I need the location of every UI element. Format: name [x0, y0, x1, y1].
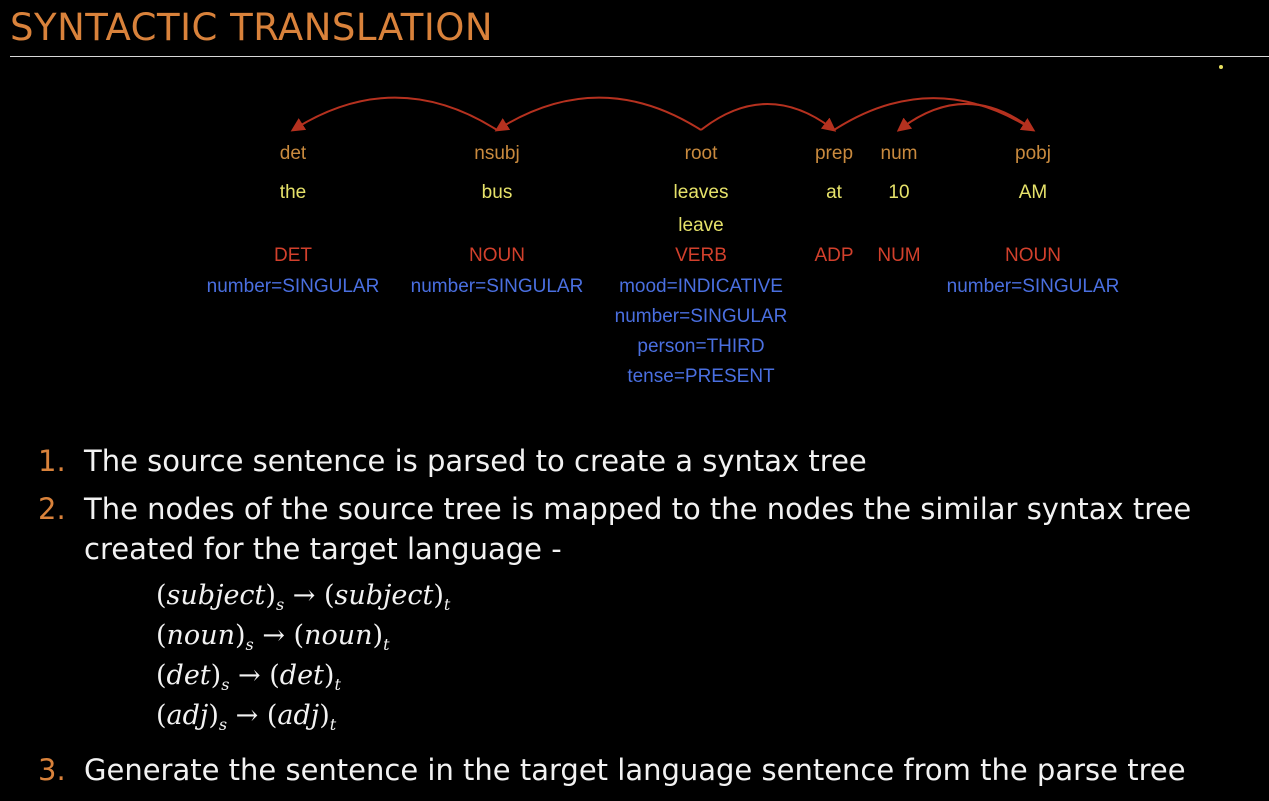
dep-label: prep: [814, 143, 854, 164]
step-3: 3. Generate the sentence in the target la…: [38, 750, 1186, 790]
step-text: The source sentence is parsed to create …: [84, 444, 867, 478]
step-number: 3.: [38, 753, 66, 787]
dependency-arc: [494, 96, 702, 132]
mapping-formula: (subject)s → (subject)t: [156, 580, 451, 614]
morph-feature: tense=PRESENT: [627, 366, 775, 387]
morph-feature: number=SINGULAR: [206, 276, 380, 297]
mapping-formula: (det)s → (det)t: [156, 660, 341, 694]
dep-label: det: [279, 143, 307, 164]
dep-label: root: [684, 143, 718, 164]
dependency-arc: [290, 96, 498, 132]
pos-tag: VERB: [675, 245, 727, 266]
morph-feature: mood=INDICATIVE: [619, 276, 783, 297]
morph-feature: number=SINGULAR: [614, 306, 788, 327]
step-text: The nodes of the source tree is mapped t…: [84, 492, 1192, 526]
step-text-continued: created for the target language -: [84, 532, 562, 566]
pos-tag: NOUN: [1005, 245, 1061, 266]
mapping-formula: (noun)s → (noun)t: [156, 620, 390, 654]
token-word: leaves: [673, 182, 729, 203]
dependency-arcs: [290, 96, 1036, 132]
pos-tag: DET: [274, 245, 312, 266]
morph-feature: number=SINGULAR: [946, 276, 1120, 297]
dependency-arc: [896, 103, 1034, 132]
pos-tag: ADP: [814, 245, 854, 266]
pos-tag: NUM: [877, 245, 921, 266]
dep-label: num: [880, 143, 918, 164]
token-word: the: [279, 182, 307, 203]
pos-tag: NOUN: [469, 245, 525, 266]
morph-feature: person=THIRD: [637, 336, 765, 357]
step-number: 1.: [38, 444, 66, 478]
step-2: 2. The nodes of the source tree is mapped…: [38, 489, 1191, 569]
step-text: Generate the sentence in the target lang…: [84, 753, 1186, 787]
token-word: at: [826, 182, 842, 203]
token-word: bus: [481, 182, 513, 203]
dependency-arc: [833, 97, 1036, 132]
dep-label: pobj: [1015, 143, 1051, 164]
token-word: 10: [888, 182, 910, 203]
step-number: 2.: [38, 492, 66, 526]
dep-label: nsubj: [474, 143, 520, 164]
mapping-formula: (adj)s → (adj)t: [156, 700, 337, 734]
step-1: 1. The source sentence is parsed to creat…: [38, 441, 867, 481]
dependency-arc: [700, 103, 837, 132]
morph-feature: number=SINGULAR: [410, 276, 584, 297]
token-word: AM: [1018, 182, 1048, 203]
token-lemma: leave: [678, 215, 724, 236]
